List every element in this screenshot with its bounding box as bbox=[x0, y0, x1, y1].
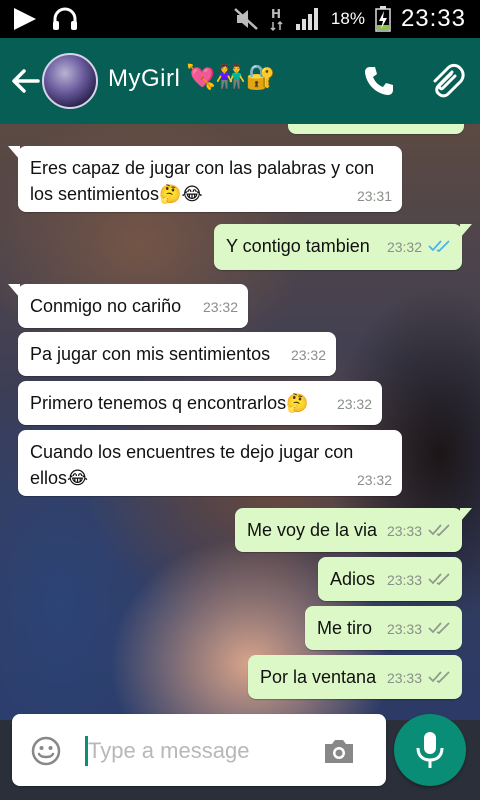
message-bubble-outgoing[interactable]: Me voy de la via 23:33 bbox=[235, 508, 472, 552]
message-bubble-incoming[interactable]: Conmigo no cariño 23:32 bbox=[8, 284, 248, 328]
message-time: 23:33 bbox=[386, 572, 422, 588]
message-bubble-incoming[interactable]: Pa jugar con mis sentimientos 23:32 bbox=[18, 332, 336, 376]
message-time: 23:32 bbox=[202, 299, 238, 315]
avatar[interactable] bbox=[42, 53, 98, 109]
camera-icon[interactable] bbox=[322, 735, 356, 767]
double-check-icon bbox=[428, 671, 450, 684]
message-text: Primero tenemos q encontrarlos🤔 bbox=[30, 393, 309, 413]
message-text: Eres capaz de jugar con las palabras y c… bbox=[30, 158, 375, 204]
contact-name[interactable]: MyGirl bbox=[108, 65, 180, 93]
status-time: 23:33 bbox=[400, 5, 466, 32]
message-bubble-outgoing[interactable]: Y contigo tambien 23:32 bbox=[214, 224, 472, 270]
double-check-icon bbox=[428, 573, 450, 586]
message-time: 23:31 bbox=[356, 188, 392, 204]
message-time: 23:33 bbox=[386, 621, 422, 637]
message-bubble-incoming[interactable]: Cuando los encuentres te dejo jugar con … bbox=[18, 430, 402, 496]
phone-icon[interactable] bbox=[362, 64, 396, 98]
status-bar: H 18% 23:33 bbox=[0, 0, 480, 38]
paperclip-icon[interactable] bbox=[428, 62, 466, 100]
chat-header: MyGirl 💘👫🔐 bbox=[0, 38, 480, 124]
double-check-icon bbox=[428, 622, 450, 635]
mic-button[interactable] bbox=[394, 714, 466, 786]
message-text: Cuando los encuentres te dejo jugar con … bbox=[30, 442, 354, 488]
message-bubble-outgoing[interactable]: Adios 23:33 bbox=[318, 557, 462, 601]
message-text: Por la ventana bbox=[260, 667, 377, 687]
headphones-icon bbox=[53, 7, 77, 30]
message-text: Me voy de la via bbox=[247, 520, 378, 540]
mic-icon bbox=[416, 732, 444, 768]
previous-message-bubble bbox=[288, 124, 464, 134]
message-bubble-incoming[interactable]: Primero tenemos q encontrarlos🤔 23:32 bbox=[18, 381, 382, 425]
svg-text:H: H bbox=[271, 7, 281, 21]
back-arrow-icon[interactable] bbox=[8, 64, 42, 98]
message-time: 23:32 bbox=[386, 239, 422, 255]
message-time: 23:33 bbox=[386, 670, 422, 686]
battery-charging-icon bbox=[375, 6, 391, 32]
chat-area[interactable]: Eres capaz de jugar con las palabras y c… bbox=[0, 124, 480, 720]
data-h-icon: H bbox=[270, 7, 283, 32]
message-bubble-incoming[interactable]: Eres capaz de jugar con las palabras y c… bbox=[8, 146, 402, 212]
play-icon bbox=[14, 8, 36, 30]
double-check-read-icon bbox=[428, 240, 450, 253]
message-text: Adios bbox=[330, 569, 376, 589]
message-text: Conmigo no cariño bbox=[30, 296, 182, 316]
message-input-bar bbox=[12, 714, 386, 786]
message-text: Y contigo tambien bbox=[226, 236, 370, 256]
message-time: 23:33 bbox=[386, 523, 422, 539]
message-text: Pa jugar con mis sentimientos bbox=[30, 344, 271, 364]
message-time: 23:32 bbox=[290, 347, 326, 363]
double-check-icon bbox=[428, 524, 450, 537]
message-input[interactable] bbox=[88, 732, 308, 770]
message-time: 23:32 bbox=[356, 472, 392, 488]
emoji-icon[interactable] bbox=[30, 735, 62, 767]
message-bubble-outgoing[interactable]: Me tiro 23:33 bbox=[305, 606, 462, 650]
message-bubble-outgoing[interactable]: Por la ventana 23:33 bbox=[248, 655, 462, 699]
contact-name-emojis: 💘👫🔐 bbox=[186, 64, 276, 91]
battery-percent: 18% bbox=[330, 9, 365, 28]
message-time: 23:32 bbox=[336, 396, 372, 412]
signal-icon bbox=[295, 8, 318, 30]
mute-icon bbox=[234, 8, 258, 30]
message-text: Me tiro bbox=[317, 618, 373, 638]
